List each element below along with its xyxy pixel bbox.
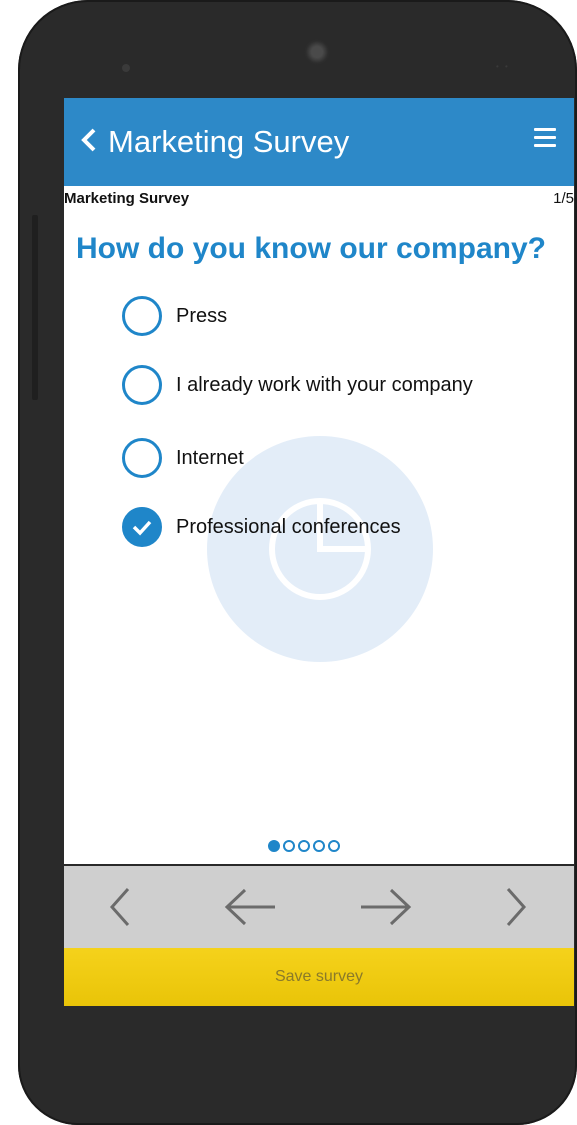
option-label: I already work with your company <box>176 373 473 396</box>
option-label: Professional conferences <box>176 515 401 538</box>
app-title: Marketing Survey <box>108 124 350 159</box>
arrow-left-icon <box>224 888 275 926</box>
question-text: How do you know our company? <box>76 232 547 265</box>
save-survey-button[interactable]: Save survey <box>64 948 574 1006</box>
chevron-left-icon <box>81 128 96 152</box>
survey-header: Marketing Survey 1/5 <box>64 190 574 212</box>
app-bar: Marketing Survey <box>64 98 574 186</box>
arrow-right-icon <box>361 888 412 926</box>
first-page-button[interactable] <box>86 872 156 942</box>
hamburger-menu-line <box>534 136 556 139</box>
side-volume-button <box>32 215 38 400</box>
front-camera <box>122 64 130 72</box>
page-dot[interactable] <box>313 840 325 852</box>
page-dot-active[interactable] <box>268 840 280 852</box>
next-button[interactable] <box>350 872 420 942</box>
radio-button[interactable] <box>122 365 162 405</box>
option-press[interactable]: Press <box>122 292 227 340</box>
radio-button[interactable] <box>122 438 162 478</box>
hamburger-menu-line <box>534 144 556 147</box>
screen: Marketing Survey Marketing Survey 1/5 Ho… <box>64 98 574 1006</box>
option-already-work[interactable]: I already work with your company <box>122 361 473 409</box>
page-dot[interactable] <box>298 840 310 852</box>
option-professional-conferences[interactable]: Professional conferences <box>122 503 401 551</box>
checkmark-icon <box>132 520 152 536</box>
radio-button-checked[interactable] <box>122 507 162 547</box>
option-internet[interactable]: Internet <box>122 434 244 482</box>
phone-frame: • • Marketing Survey Marketing Survey 1/… <box>18 0 577 1125</box>
chevron-right-icon <box>506 888 527 926</box>
option-label: Press <box>176 304 228 327</box>
radio-button[interactable] <box>122 296 162 336</box>
proximity-sensor: • • <box>496 62 510 71</box>
back-button[interactable] <box>74 120 104 160</box>
page-dot[interactable] <box>328 840 340 852</box>
save-survey-label: Save survey <box>274 968 364 985</box>
page-indicator: 1/5 <box>553 190 574 207</box>
option-label: Internet <box>176 446 244 469</box>
previous-button[interactable] <box>216 872 286 942</box>
chevron-left-icon <box>109 888 130 926</box>
navigation-bar <box>64 864 574 948</box>
earpiece-speaker <box>304 39 330 65</box>
hamburger-menu-icon <box>534 128 556 131</box>
survey-name: Marketing Survey <box>64 190 190 207</box>
menu-button[interactable] <box>534 126 560 152</box>
page-dot[interactable] <box>283 840 295 852</box>
last-page-button[interactable] <box>480 872 550 942</box>
page-dots <box>268 840 340 852</box>
